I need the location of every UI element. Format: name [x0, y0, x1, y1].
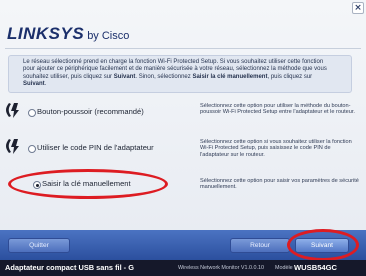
intro-text-box: Le réseau sélectionné prend en charge la… [8, 55, 352, 93]
option-pin-description: Sélectionnez cette option si vous souhai… [200, 139, 352, 158]
product-name: Adaptateur compact USB sans fil - G [5, 263, 134, 272]
back-button[interactable]: Retour [230, 238, 290, 253]
header-divider [5, 48, 361, 49]
status-bar: Adaptateur compact USB sans fil - G Wire… [0, 260, 366, 276]
option-pushbutton-label[interactable]: Bouton-poussoir (recommandé) [37, 107, 144, 117]
option-pin-label[interactable]: Utiliser le code PIN de l'adaptateur [37, 143, 154, 153]
intro-manual-word: Saisir la clé manuellement [192, 73, 268, 80]
next-button[interactable]: Suivant [295, 238, 349, 253]
option-manual-label[interactable]: Saisir la clé manuellement [42, 179, 131, 189]
option-manual-description: Sélectionnez cette option pour saisir vo… [200, 178, 359, 191]
option-pushbutton-radio[interactable] [28, 109, 36, 117]
intro-middle: . Sinon, sélectionnez [135, 73, 193, 80]
intro-tail: , puis cliquez sur [267, 73, 313, 80]
setup-window: × LINKSYS by Cisco Le réseau sélectionné… [0, 0, 366, 276]
linksys-logo: LINKSYS by Cisco [7, 24, 129, 44]
model-label: Modèle : [275, 265, 296, 271]
software-version: Wireless Network Monitor V1.0.0.10 [178, 265, 264, 271]
model-number: WUSB54GC [294, 263, 338, 272]
intro-end: . [44, 81, 47, 88]
option-manual-radio[interactable] [33, 181, 41, 189]
intro-next-word: Suivant [113, 73, 136, 80]
logo-by-cisco: by Cisco [87, 30, 130, 42]
quit-button[interactable]: Quitter [8, 238, 70, 253]
wps-icon [6, 103, 19, 118]
option-pushbutton-description: Sélectionnez cette option pour utiliser … [200, 103, 355, 116]
wps-icon [6, 139, 19, 154]
option-pin-radio[interactable] [28, 145, 36, 153]
close-icon[interactable]: × [352, 2, 364, 14]
logo-brand: LINKSYS [7, 24, 85, 43]
intro-next-word-2: Suivant [23, 81, 45, 88]
